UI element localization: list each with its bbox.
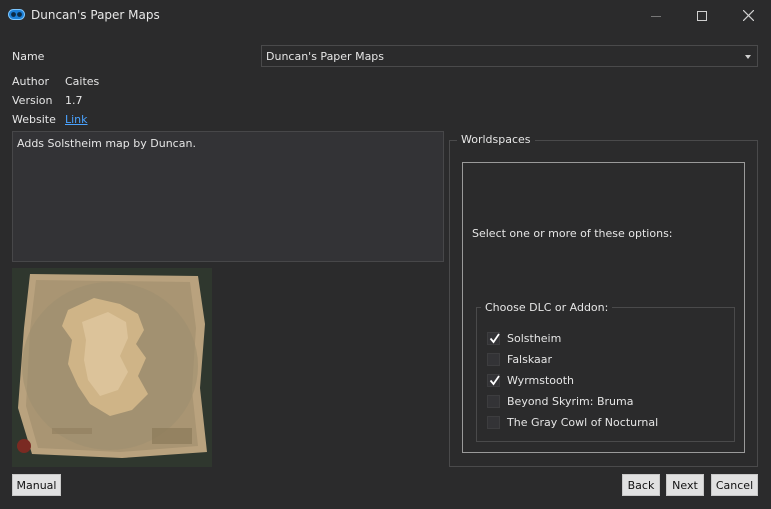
option-beyond-skyrim-bruma[interactable]: Beyond Skyrim: Bruma: [487, 393, 633, 409]
option-solstheim[interactable]: Solstheim: [487, 330, 561, 346]
option-label: The Gray Cowl of Nocturnal: [507, 415, 659, 429]
back-button[interactable]: Back: [622, 474, 660, 496]
version-value: 1.7: [65, 94, 83, 107]
maximize-icon: [697, 10, 707, 21]
next-button[interactable]: Next: [666, 474, 704, 496]
checkbox[interactable]: [487, 352, 500, 366]
checkbox[interactable]: [487, 331, 500, 345]
checkmark-icon: [489, 332, 500, 343]
description-box[interactable]: Adds Solstheim map by Duncan.: [12, 131, 444, 262]
version-label: Version: [12, 94, 53, 107]
option-wyrmstooth[interactable]: Wyrmstooth: [487, 372, 574, 388]
website-link[interactable]: Link: [65, 113, 88, 126]
description-text: Adds Solstheim map by Duncan.: [17, 137, 196, 150]
close-icon: [742, 10, 754, 21]
name-select-value: Duncan's Paper Maps: [266, 50, 385, 63]
option-label: Beyond Skyrim: Bruma: [507, 394, 634, 408]
map-preview-image: [12, 268, 212, 467]
window-title: Duncan's Paper Maps: [31, 8, 160, 22]
checkmark-icon: [489, 374, 500, 385]
checkbox[interactable]: [487, 394, 500, 408]
author-value: Caites: [65, 75, 100, 88]
mod-organizer-icon: [8, 9, 25, 20]
paper-map-image: [12, 268, 212, 467]
maximize-button[interactable]: [679, 0, 725, 31]
minimize-icon: [651, 15, 661, 17]
checkbox[interactable]: [487, 373, 500, 387]
dlc-group-title: Choose DLC or Addon:: [481, 301, 613, 314]
manual-button[interactable]: Manual: [12, 474, 61, 496]
title-bar: Duncan's Paper Maps: [0, 0, 771, 31]
option-gray-cowl[interactable]: The Gray Cowl of Nocturnal: [487, 414, 658, 430]
author-label: Author: [12, 75, 50, 88]
name-label: Name: [12, 50, 45, 63]
option-label: Solstheim: [507, 331, 562, 345]
option-falskaar[interactable]: Falskaar: [487, 351, 552, 367]
instructions-text: Select one or more of these options:: [472, 227, 673, 240]
website-label: Website: [12, 113, 56, 126]
name-select[interactable]: Duncan's Paper Maps: [261, 45, 758, 67]
checkbox[interactable]: [487, 415, 500, 429]
cancel-button[interactable]: Cancel: [711, 474, 758, 496]
close-button[interactable]: [725, 0, 771, 31]
worldspaces-title: Worldspaces: [457, 133, 535, 146]
option-label: Falskaar: [507, 352, 553, 366]
chevron-down-icon: [745, 55, 751, 59]
option-label: Wyrmstooth: [507, 373, 575, 387]
minimize-button[interactable]: [633, 0, 679, 31]
